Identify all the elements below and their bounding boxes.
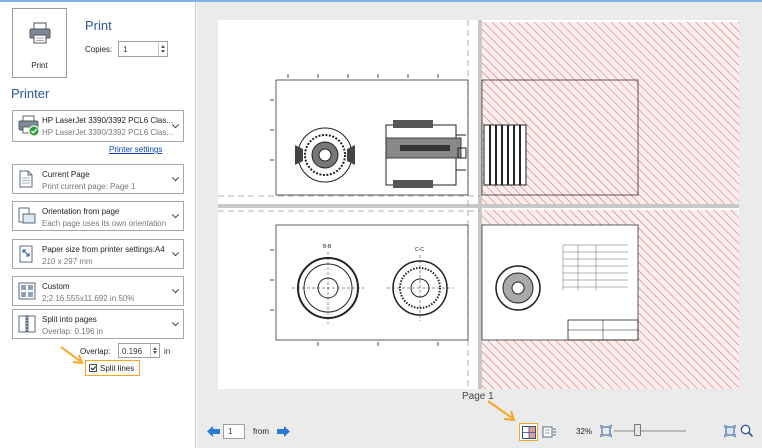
- from-label: from: [253, 427, 269, 436]
- chevron-down-icon: [171, 319, 180, 327]
- current-page-icon: [19, 170, 33, 188]
- page-number-value: 1: [228, 427, 233, 436]
- paper-size-icon: [19, 245, 33, 263]
- chevron-down-icon: [171, 286, 180, 294]
- chevron-down-icon: [171, 211, 180, 219]
- split-view-button[interactable]: [519, 423, 538, 441]
- copies-label: Copies:: [85, 45, 113, 54]
- option-subtitle: 210 x 297 mm: [42, 257, 93, 266]
- orientation-select[interactable]: Orientation from page Each page uses its…: [12, 201, 184, 231]
- option-subtitle: 2;2 16.555x11.692 in 50%: [42, 294, 135, 303]
- preview-page: B-B C-C: [218, 20, 739, 389]
- svg-text:B-B: B-B: [323, 244, 332, 250]
- next-page-icon[interactable]: [277, 426, 290, 437]
- copies-value: 1: [123, 45, 128, 54]
- printer-icon: [29, 22, 51, 44]
- previous-page-icon[interactable]: [207, 426, 220, 437]
- zoom-slider-thumb[interactable]: [633, 424, 641, 436]
- annotation-arrow-icon: [60, 346, 84, 365]
- overlap-down-icon[interactable]: [153, 351, 157, 354]
- zoom-slider-track[interactable]: [614, 430, 686, 432]
- option-title: Current Page: [42, 170, 90, 179]
- print-settings-panel: Print Print Copies: 1 Printer HP LaserJe…: [0, 2, 196, 448]
- printer-name: HP LaserJet 3390/3392 PCL6 Clas...: [42, 116, 174, 125]
- drawing-preview: B-B C-C: [218, 20, 739, 389]
- scaling-select[interactable]: Custom 2;2 16.555x11.692 in 50%: [12, 276, 184, 306]
- split-mode-select[interactable]: Split into pages Overlap: 0.196 in: [12, 309, 184, 339]
- option-subtitle: Print current page: Page 1: [42, 182, 136, 191]
- overlap-unit: in: [164, 347, 171, 356]
- chevron-down-icon: [171, 249, 180, 257]
- option-title: Paper size from printer settings:A4: [42, 245, 165, 254]
- option-title: Split into pages: [42, 315, 97, 324]
- split-pages-icon: [18, 315, 36, 333]
- fit-page-icon[interactable]: [724, 425, 736, 437]
- copies-down-icon[interactable]: [161, 50, 165, 53]
- page-layout-icon[interactable]: [542, 425, 556, 439]
- printer-settings-link[interactable]: Printer settings: [109, 145, 162, 154]
- fit-width-icon[interactable]: [600, 425, 612, 437]
- option-title: Custom: [42, 282, 70, 291]
- print-button-label: Print: [31, 61, 48, 70]
- option-subtitle: Overlap: 0.196 in: [42, 327, 103, 336]
- print-title: Print: [85, 18, 112, 33]
- overlap-value: 0.196: [122, 347, 143, 356]
- orientation-icon: [18, 207, 36, 224]
- chevron-down-icon: [171, 174, 180, 182]
- printer-name-sub: HP LaserJet 3390/3392 PCL6 Clas...: [42, 128, 174, 137]
- annotation-arrow-icon: [487, 400, 516, 422]
- split-lines-checkbox[interactable]: Split lines: [85, 360, 140, 376]
- printer-heading: Printer: [11, 86, 50, 101]
- overlap-stepper[interactable]: [150, 344, 159, 357]
- overlap-up-icon[interactable]: [153, 347, 157, 350]
- zoom-level: 32%: [576, 427, 593, 436]
- print-preview-area: B-B C-C Page 1 1 from 32%: [197, 2, 762, 448]
- page-number-input[interactable]: 1: [223, 424, 245, 439]
- zoom-icon[interactable]: [740, 424, 753, 437]
- copies-up-icon[interactable]: [161, 45, 165, 48]
- copies-input[interactable]: 1: [118, 41, 168, 57]
- option-subtitle: Each page uses its own orientation: [42, 219, 167, 228]
- print-button[interactable]: Print: [12, 8, 67, 78]
- svg-text:C-C: C-C: [415, 247, 424, 253]
- split-lines-label: Split lines: [100, 364, 135, 373]
- print-range-select[interactable]: Current Page Print current page: Page 1: [12, 164, 184, 194]
- printer-ready-icon: [18, 115, 40, 137]
- split-view-icon: [521, 425, 536, 439]
- option-title: Orientation from page: [42, 207, 120, 216]
- overlap-input[interactable]: 0.196: [118, 343, 160, 358]
- checkbox-checked-icon[interactable]: [89, 364, 97, 372]
- printer-select[interactable]: HP LaserJet 3390/3392 PCL6 Clas... HP La…: [12, 110, 184, 142]
- copies-stepper[interactable]: [158, 42, 167, 56]
- paper-size-select[interactable]: Paper size from printer settings:A4 210 …: [12, 239, 184, 269]
- pages-per-sheet-icon: [18, 282, 36, 300]
